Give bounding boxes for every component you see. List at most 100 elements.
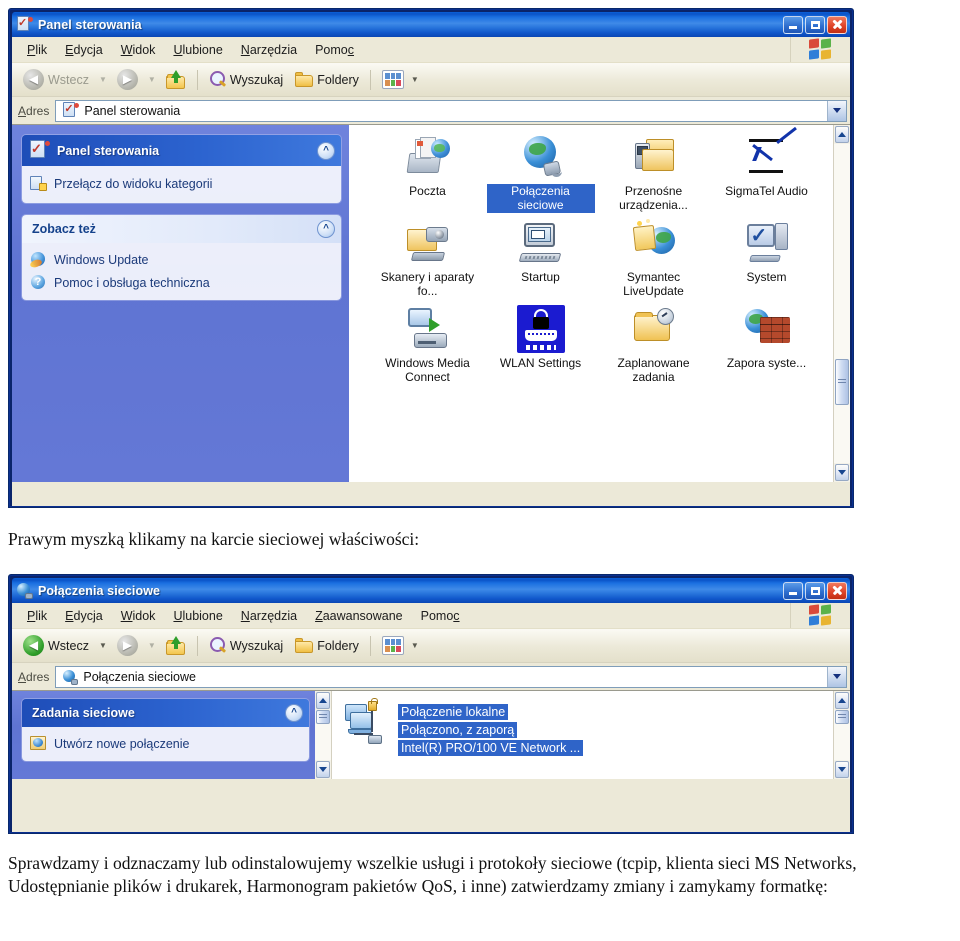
- views-button[interactable]: ▼: [377, 633, 427, 658]
- control-panel-item[interactable]: ✓ System: [710, 219, 823, 299]
- scroll-up-button[interactable]: [835, 126, 849, 143]
- scroll-thumb[interactable]: [835, 710, 849, 724]
- menu-zaawansowane[interactable]: Zaawansowane: [306, 606, 412, 626]
- panel-see-also-header[interactable]: Zobacz też ^: [22, 215, 341, 243]
- link-windows-update[interactable]: Windows Update: [29, 248, 333, 271]
- control-panel-item[interactable]: SigmaTel Audio: [710, 133, 823, 213]
- scroll-track[interactable]: [834, 144, 850, 463]
- search-button[interactable]: Wyszukaj: [204, 68, 288, 91]
- back-button[interactable]: ◀ Wstecz: [18, 66, 94, 93]
- menu-plik[interactable]: Plik: [18, 606, 56, 626]
- window2-vertical-scrollbar[interactable]: [833, 691, 850, 779]
- panel-title: Zobacz też: [32, 222, 96, 236]
- window1-vertical-scrollbar[interactable]: [833, 125, 850, 482]
- control-panel-item[interactable]: Zapora syste...: [710, 305, 823, 385]
- collapse-chevron-icon[interactable]: ^: [285, 704, 303, 722]
- back-button[interactable]: ◀ Wstecz: [18, 632, 94, 659]
- menu-narzedzia[interactable]: Narzędzia: [232, 40, 306, 60]
- minimize-button[interactable]: [783, 581, 803, 600]
- menu-ulubione[interactable]: Ulubione: [164, 606, 231, 626]
- address-label: Adres: [18, 669, 50, 684]
- address-value: Panel sterowania: [84, 103, 181, 118]
- control-panel-icon-view[interactable]: Poczta Połączenia sieciowe Przenośne urząd…: [349, 125, 833, 482]
- close-button[interactable]: [827, 15, 847, 34]
- search-button[interactable]: Wyszukaj: [204, 634, 288, 657]
- address-dropdown-button[interactable]: [827, 100, 846, 121]
- close-button[interactable]: [827, 581, 847, 600]
- menu-plik[interactable]: PPliklik: [18, 40, 56, 60]
- panel-control-panel-body: Przełącz do widoku kategorii: [22, 166, 341, 203]
- back-dropdown-icon[interactable]: ▼: [99, 75, 107, 84]
- link-new-connection[interactable]: Utwórz nowe połączenie: [30, 732, 301, 755]
- windows-flag-logo: [790, 603, 850, 628]
- panel-network-tasks: Zadania sieciowe ^ Utwórz nowe połączeni…: [22, 699, 309, 761]
- up-button[interactable]: [161, 634, 191, 658]
- link-switch-category-view[interactable]: Przełącz do widoku kategorii: [30, 172, 333, 195]
- switch-view-icon: [30, 175, 47, 192]
- control-panel-item[interactable]: Zaplanowane zadania: [597, 305, 710, 385]
- control-panel-item[interactable]: Skanery i aparaty fo...: [371, 219, 484, 299]
- scroll-track[interactable]: [834, 710, 850, 760]
- window1-titlebar[interactable]: ✓ Panel sterowania: [12, 12, 850, 37]
- panel-network-tasks-header[interactable]: Zadania sieciowe ^: [22, 699, 309, 727]
- minimize-button[interactable]: [783, 15, 803, 34]
- scroll-up-button[interactable]: [316, 692, 330, 709]
- menu-pomoc[interactable]: Pomoc: [306, 40, 363, 60]
- menu-ulubione[interactable]: Ulubione: [164, 40, 231, 60]
- forward-button[interactable]: ▶: [112, 66, 143, 93]
- windows-update-icon: [29, 251, 47, 269]
- menu-widok[interactable]: Widok: [112, 40, 165, 60]
- list-item[interactable]: Połączenie lokalne Połączono, z zaporą I…: [344, 698, 833, 757]
- collapse-chevron-icon[interactable]: ^: [317, 220, 335, 238]
- scroll-down-button[interactable]: [316, 761, 330, 778]
- control-panel-item-label: Zaplanowane zadania: [617, 356, 690, 384]
- maximize-button[interactable]: [805, 15, 825, 34]
- views-dropdown-icon[interactable]: ▼: [411, 75, 419, 84]
- connection-name: Połączenie lokalne: [398, 704, 509, 720]
- control-panel-item[interactable]: WLAN Settings: [484, 305, 597, 385]
- menu-edycja[interactable]: Edycja: [56, 606, 112, 626]
- menu-pomoc[interactable]: Pomoc: [412, 606, 469, 626]
- control-panel-item[interactable]: Połączenia sieciowe: [484, 133, 597, 213]
- forward-dropdown-icon[interactable]: ▼: [148, 641, 156, 650]
- windows-media-connect-icon: [404, 305, 452, 353]
- window2-titlebar[interactable]: Połączenia sieciowe: [12, 578, 850, 603]
- panel-control-panel-header[interactable]: ✓ Panel sterowania ^: [22, 135, 341, 166]
- scroll-thumb[interactable]: [835, 359, 849, 405]
- back-dropdown-icon[interactable]: ▼: [99, 641, 107, 650]
- scroll-down-button[interactable]: [835, 464, 849, 481]
- control-panel-item[interactable]: Windows Media Connect: [371, 305, 484, 385]
- address-dropdown-button[interactable]: [827, 666, 846, 687]
- maximize-button[interactable]: [805, 581, 825, 600]
- menu-widok[interactable]: Widok: [112, 606, 165, 626]
- control-panel-item[interactable]: Symantec LiveUpdate: [597, 219, 710, 299]
- address-input[interactable]: ✓ Panel sterowania: [55, 99, 847, 122]
- control-panel-item[interactable]: Startup: [484, 219, 597, 299]
- control-panel-item[interactable]: Poczta: [371, 133, 484, 213]
- views-button[interactable]: ▼: [377, 67, 427, 92]
- up-button[interactable]: [161, 68, 191, 92]
- address-input[interactable]: Połączenia sieciowe: [55, 665, 847, 688]
- task-pane-scrollbar[interactable]: [315, 691, 332, 779]
- scroll-track[interactable]: [315, 710, 331, 760]
- scroll-up-button[interactable]: [835, 692, 849, 709]
- folders-button[interactable]: Foldery: [290, 635, 364, 656]
- connections-list-view[interactable]: Połączenie lokalne Połączono, z zaporą I…: [332, 691, 833, 779]
- forward-arrow-icon: ▶: [116, 635, 138, 656]
- link-help-support[interactable]: ? Pomoc i obsługa techniczna: [30, 271, 333, 294]
- views-grid-icon: [381, 70, 404, 89]
- forward-dropdown-icon[interactable]: ▼: [148, 75, 156, 84]
- control-panel-icon: ✓: [29, 140, 50, 161]
- folders-button[interactable]: Foldery: [290, 69, 364, 90]
- collapse-chevron-icon[interactable]: ^: [317, 141, 335, 160]
- menu-narzedzia[interactable]: Narzędzia: [232, 606, 306, 626]
- forward-button[interactable]: ▶: [112, 632, 143, 659]
- scroll-thumb[interactable]: [316, 710, 330, 724]
- views-grid-icon: [381, 636, 404, 655]
- views-dropdown-icon[interactable]: ▼: [411, 641, 419, 650]
- menu-edycja[interactable]: Edycja: [56, 40, 112, 60]
- back-label: Wstecz: [48, 638, 89, 653]
- scroll-down-button[interactable]: [835, 761, 849, 778]
- control-panel-item[interactable]: Przenośne urządzenia...: [597, 133, 710, 213]
- startup-icon: [517, 219, 565, 267]
